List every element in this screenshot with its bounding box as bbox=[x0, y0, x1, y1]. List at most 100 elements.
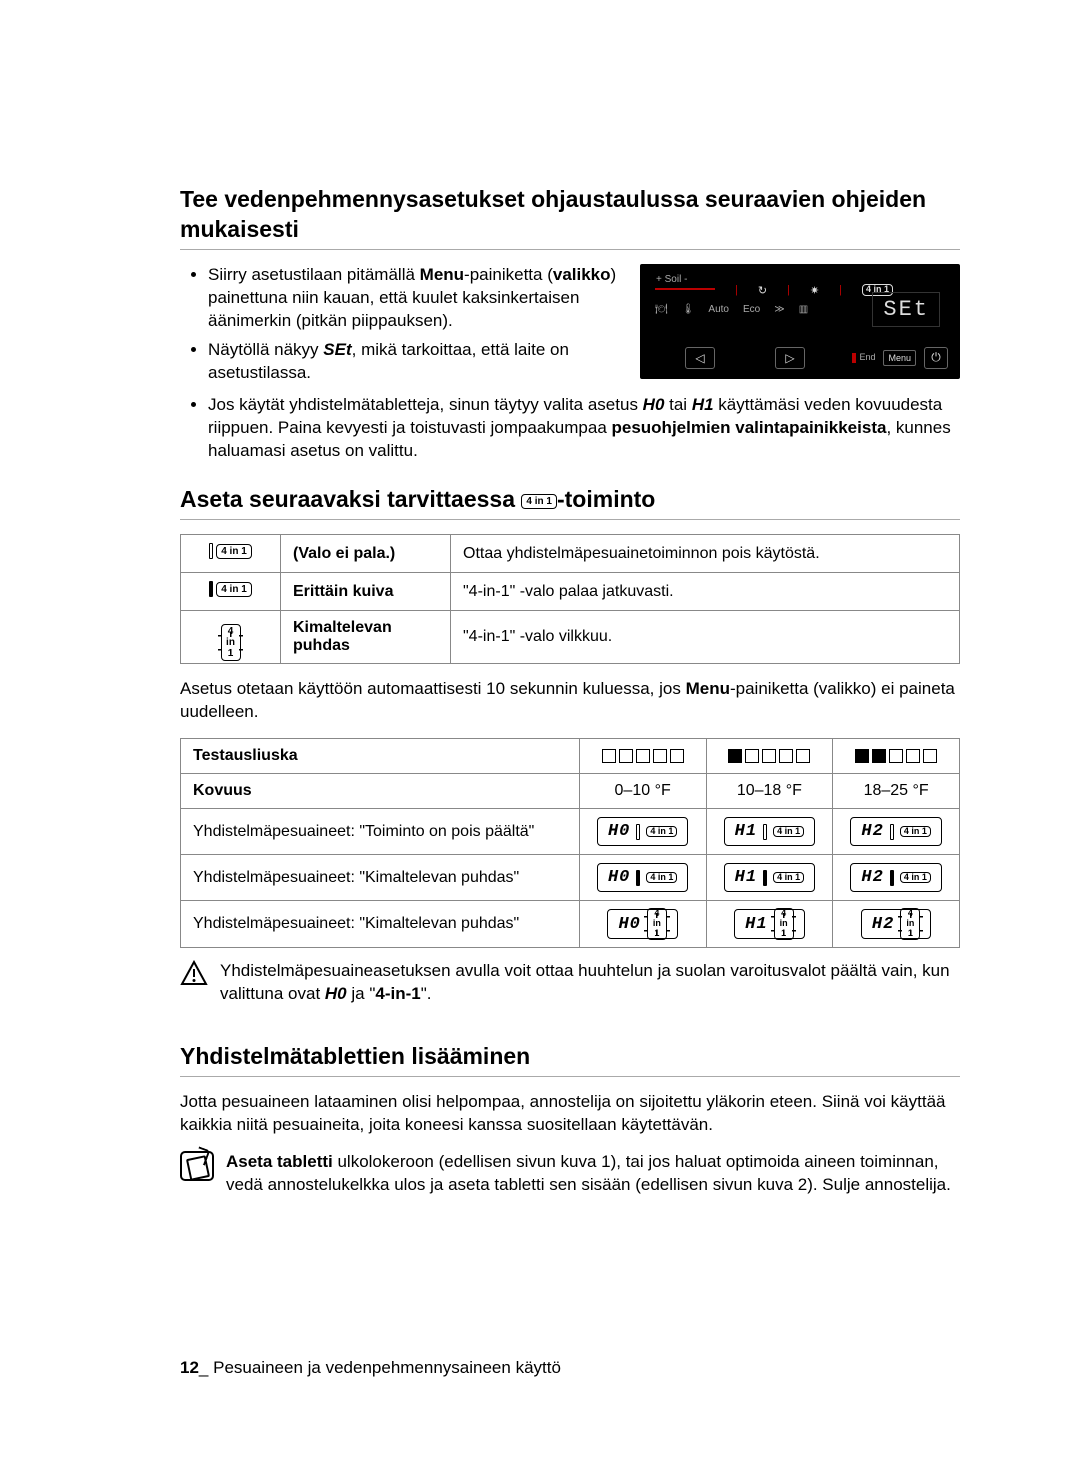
warning-note: Yhdistelmäpesuaineasetuksen avulla voit … bbox=[180, 960, 960, 1006]
panel-top-icons: |↻ |✷ |4 in 1 bbox=[735, 284, 893, 297]
hard-val-1: 10–18 °F bbox=[706, 774, 833, 809]
label: Kimaltelevan puhdas bbox=[281, 611, 451, 664]
light-off-icon bbox=[890, 824, 894, 840]
hardness-table: Testausliuska Kovuus 0–10 °F 10–18 °F 18… bbox=[180, 738, 960, 948]
table-row: Testausliuska bbox=[181, 739, 960, 774]
cell-b0: H04 in 1 bbox=[579, 855, 706, 901]
section2-title: Aseta seuraavaksi tarvittaessa 4 in 1-to… bbox=[180, 485, 960, 520]
text: Asetus otetaan käyttöön automaattisesti … bbox=[180, 679, 686, 698]
note-text: Aseta tabletti ulkolokeroon (edellisen s… bbox=[226, 1151, 960, 1197]
text-bold: Aseta tabletti bbox=[226, 1152, 333, 1171]
label: (Valo ei pala.) bbox=[281, 535, 451, 573]
s1-bullet-2: Näytöllä näkyy SEt, mikä tarkoittaa, ett… bbox=[208, 339, 620, 385]
table-row: Yhdistelmäpesuaineet: "Kimaltelevan puhd… bbox=[181, 901, 960, 948]
footer-text: Pesuaineen ja vedenpehmennysaineen käytt… bbox=[213, 1358, 561, 1377]
text: Näytöllä näkyy bbox=[208, 340, 323, 359]
control-panel-image: + Soil - |↻ |✷ |4 in 1 🍽🌡AutoEco≫▥ SEt ◁… bbox=[640, 264, 960, 379]
s1-bullet-3: Jos käytät yhdistelmätabletteja, sinun t… bbox=[208, 394, 960, 463]
menu-word: Menu bbox=[420, 265, 464, 284]
valikko-word: valikko bbox=[553, 265, 611, 284]
table-row: 4 in 1 Erittäin kuiva "4-in-1" -valo pal… bbox=[181, 573, 960, 611]
light-off-icon bbox=[636, 824, 640, 840]
table-row: 4 in 1 Kimaltelevan puhdas "4-in-1" -val… bbox=[181, 611, 960, 664]
hard-val-2: 18–25 °F bbox=[833, 774, 960, 809]
table-row: Yhdistelmäpesuaineet: "Toiminto on pois … bbox=[181, 809, 960, 855]
text: Aseta seuraavaksi tarvittaessa bbox=[180, 486, 521, 512]
hard-val-0: 0–10 °F bbox=[579, 774, 706, 809]
cell-a0: H04 in 1 bbox=[579, 809, 706, 855]
text: -painiketta ( bbox=[464, 265, 553, 284]
s1-bullet-1: Siirry asetustilaan pitämällä Menu-paini… bbox=[208, 264, 620, 333]
kuva1: kuva 1 bbox=[561, 1152, 611, 1171]
table-row: Yhdistelmäpesuaineet: "Kimaltelevan puhd… bbox=[181, 855, 960, 901]
page-footer: 12_ Pesuaineen ja vedenpehmennysaineen k… bbox=[180, 1358, 561, 1378]
panel-power-button: ⏻ bbox=[924, 347, 948, 369]
bold-text: pesuohjelmien valintapainikkeista bbox=[612, 418, 887, 437]
desc: Ottaa yhdistelmäpesuainetoiminnon pois k… bbox=[451, 535, 960, 573]
panel-right-button: ▷ bbox=[775, 347, 805, 369]
squares-2 bbox=[833, 739, 960, 774]
panel-display: SEt bbox=[872, 292, 940, 327]
soil-label: + Soil - bbox=[656, 274, 687, 285]
light-blink-icon: 4 in 1 bbox=[900, 914, 920, 934]
text: ". bbox=[421, 984, 432, 1003]
text: Jos käytät yhdistelmätabletteja, sinun t… bbox=[208, 395, 643, 414]
4in1-word: 4-in-1 bbox=[375, 984, 420, 1003]
soil-slider bbox=[655, 286, 715, 292]
footer-sep: _ bbox=[199, 1358, 213, 1377]
h0-code: H0 bbox=[325, 984, 347, 1003]
placement-note: Aseta tabletti ulkolokeroon (edellisen s… bbox=[180, 1151, 960, 1197]
cell-c2: H24 in 1 bbox=[833, 901, 960, 948]
cell-c0: H04 in 1 bbox=[579, 901, 706, 948]
icon-cell-blink: 4 in 1 bbox=[181, 611, 281, 664]
cell-a2: H24 in 1 bbox=[833, 809, 960, 855]
4in1-badge: 4 in 1 bbox=[216, 544, 252, 559]
set-code: SEt bbox=[323, 340, 351, 359]
light-off-icon bbox=[209, 543, 213, 559]
test-strip-header: Testausliuska bbox=[181, 739, 580, 774]
auto-apply-note: Asetus otetaan käyttöön automaattisesti … bbox=[180, 678, 960, 724]
squares-1 bbox=[706, 739, 833, 774]
cell-b1: H14 in 1 bbox=[706, 855, 833, 901]
row-b-label: Yhdistelmäpesuaineet: "Kimaltelevan puhd… bbox=[181, 855, 580, 901]
light-on-icon bbox=[763, 870, 767, 886]
row-c-label: Yhdistelmäpesuaineet: "Kimaltelevan puhd… bbox=[181, 901, 580, 948]
table-row: Kovuus 0–10 °F 10–18 °F 18–25 °F bbox=[181, 774, 960, 809]
panel-end-label: End bbox=[852, 352, 875, 363]
row-a-label: Yhdistelmäpesuaineet: "Toiminto on pois … bbox=[181, 809, 580, 855]
icon-cell-on: 4 in 1 bbox=[181, 573, 281, 611]
table-row: 4 in 1 (Valo ei pala.) Ottaa yhdistelmäp… bbox=[181, 535, 960, 573]
4in1-badge-title: 4 in 1 bbox=[521, 494, 557, 509]
light-blink-icon: 4 in 1 bbox=[774, 914, 794, 934]
4in1-badge: 4 in 1 bbox=[221, 624, 241, 661]
label: Erittäin kuiva bbox=[281, 573, 451, 611]
text: ja " bbox=[347, 984, 376, 1003]
light-on-icon bbox=[636, 870, 640, 886]
light-on-icon bbox=[209, 581, 213, 597]
h1-code: H1 bbox=[692, 395, 714, 414]
page-number: 12 bbox=[180, 1358, 199, 1377]
section3-intro: Jotta pesuaineen lataaminen olisi helpom… bbox=[180, 1091, 960, 1137]
cell-c1: H14 in 1 bbox=[706, 901, 833, 948]
text: Siirry asetustilaan pitämällä bbox=[208, 265, 420, 284]
light-blink-icon: 4 in 1 bbox=[221, 633, 241, 653]
menu-word: Menu bbox=[686, 679, 730, 698]
panel-mid-icons: 🍽🌡AutoEco≫▥ bbox=[655, 304, 808, 315]
text: ulkolokeroon (edellisen sivun bbox=[333, 1152, 561, 1171]
section1-title: Tee vedenpehmennysasetukset ohjaustaulus… bbox=[180, 185, 960, 250]
section3-title: Yhdistelmätablettien lisääminen bbox=[180, 1042, 960, 1077]
light-off-icon bbox=[763, 824, 767, 840]
icon-cell-off: 4 in 1 bbox=[181, 535, 281, 573]
cell-a1: H14 in 1 bbox=[706, 809, 833, 855]
desc: "4-in-1" -valo vilkkuu. bbox=[451, 611, 960, 664]
panel-left-button: ◁ bbox=[685, 347, 715, 369]
text: tai bbox=[664, 395, 691, 414]
h0-code: H0 bbox=[643, 395, 665, 414]
light-blink-icon: 4 in 1 bbox=[647, 914, 667, 934]
kuva2: kuva 2 bbox=[757, 1175, 807, 1194]
panel-menu-button: Menu bbox=[883, 350, 916, 366]
squares-0 bbox=[579, 739, 706, 774]
cell-b2: H24 in 1 bbox=[833, 855, 960, 901]
desc: "4-in-1" -valo palaa jatkuvasti. bbox=[451, 573, 960, 611]
warning-text: Yhdistelmäpesuaineasetuksen avulla voit … bbox=[220, 960, 960, 1006]
